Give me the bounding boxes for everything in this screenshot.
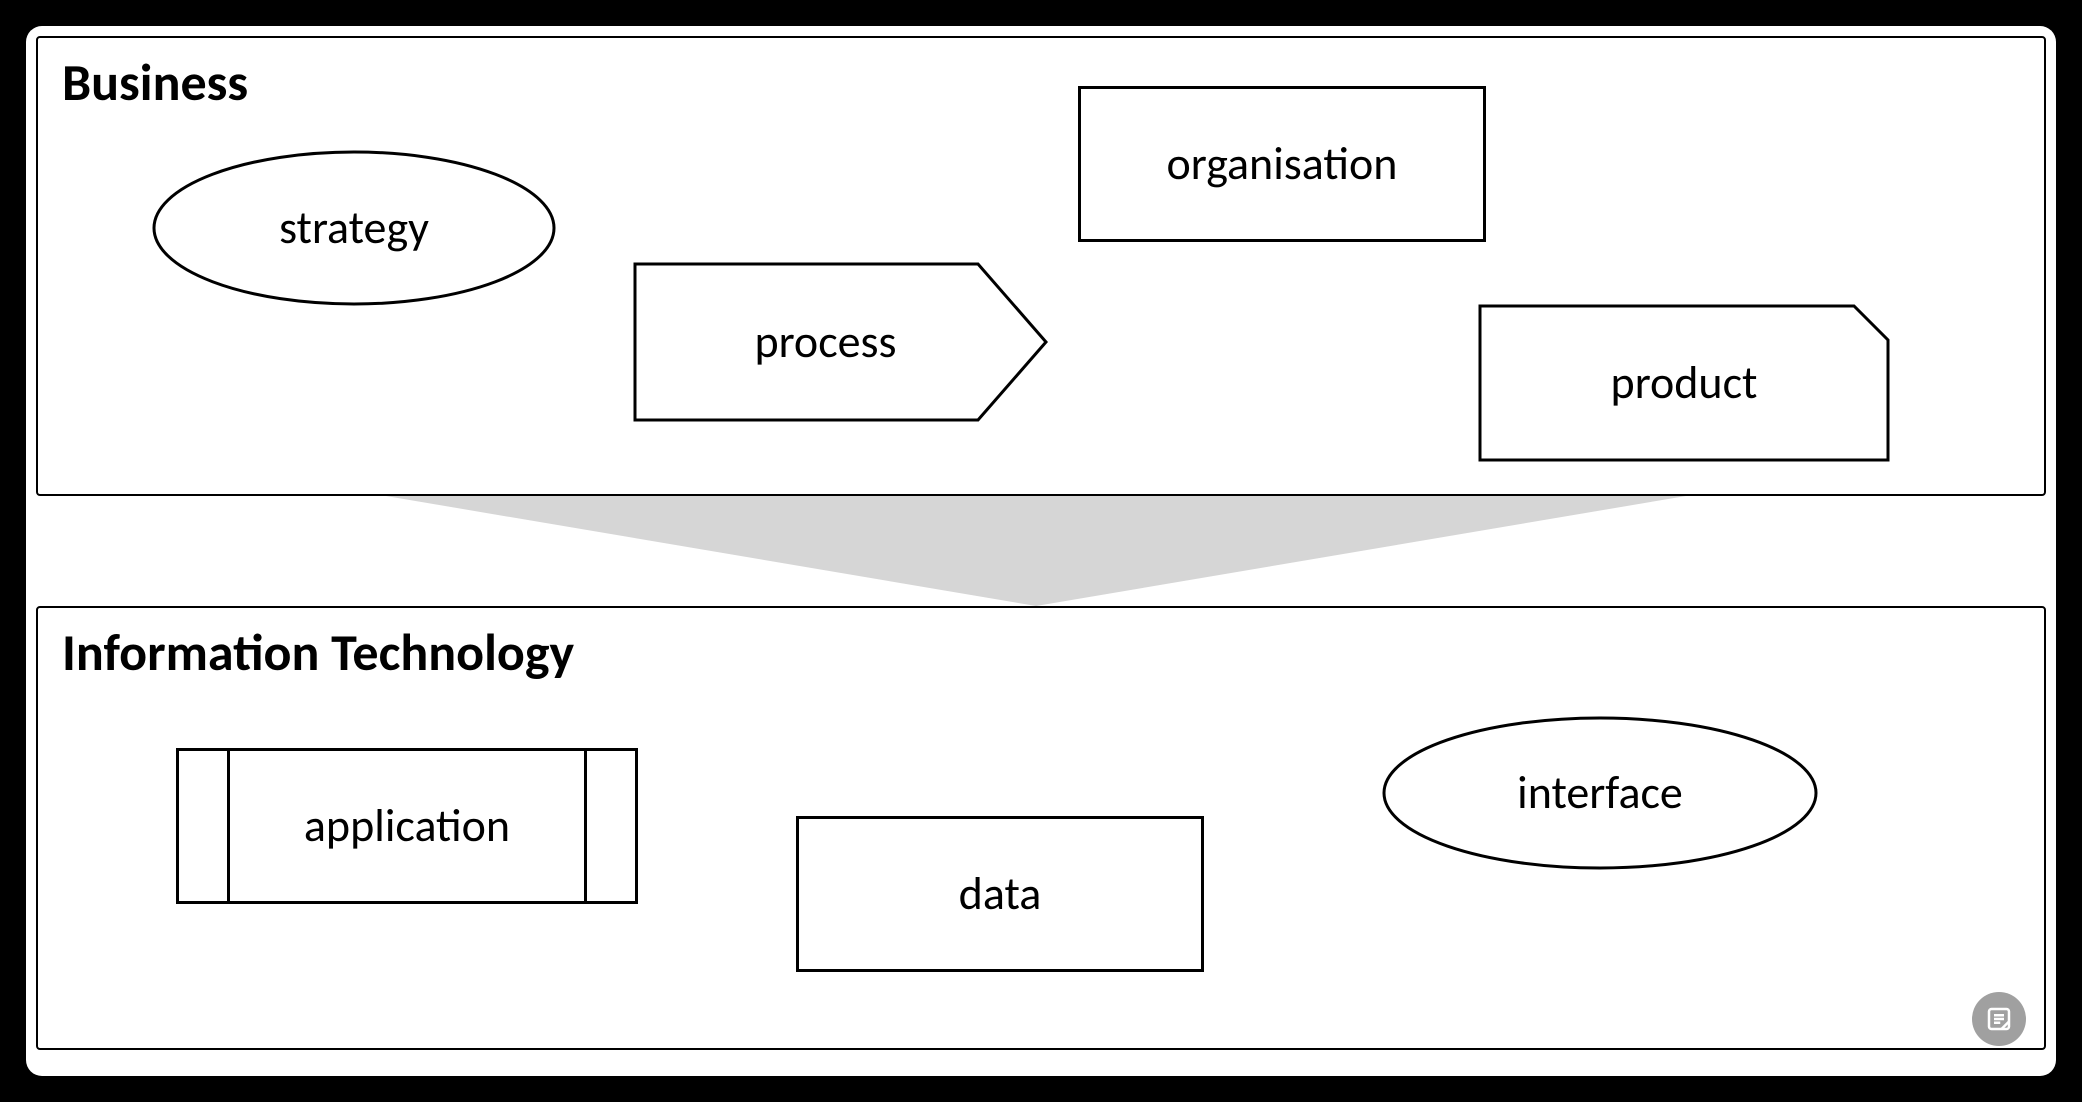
shape-data: data — [796, 816, 1204, 972]
connector-arrow — [386, 496, 1686, 606]
shape-process: process — [633, 262, 1048, 422]
domain-business: Business strategy organisation process — [36, 36, 2046, 496]
shape-product-label: product — [1611, 355, 1758, 411]
domain-business-title: Business — [62, 50, 248, 114]
notes-icon[interactable] — [1972, 992, 2026, 1046]
shape-process-label: process — [754, 314, 896, 370]
shape-interface-label: interface — [1517, 765, 1683, 821]
shape-strategy: strategy — [150, 148, 558, 308]
shape-application: application — [176, 748, 638, 904]
diagram-canvas: Business strategy organisation process — [26, 26, 2056, 1076]
shape-interface: interface — [1380, 714, 1820, 872]
shape-strategy-label: strategy — [279, 200, 429, 256]
shape-organisation: organisation — [1078, 86, 1486, 242]
shape-organisation-label: organisation — [1167, 136, 1398, 192]
shape-data-label: data — [959, 866, 1042, 922]
shape-product: product — [1478, 304, 1890, 462]
domain-it-title: Information Technology — [62, 620, 574, 684]
shape-application-label: application — [304, 798, 510, 854]
domain-it: Information Technology application data … — [36, 606, 2046, 1050]
